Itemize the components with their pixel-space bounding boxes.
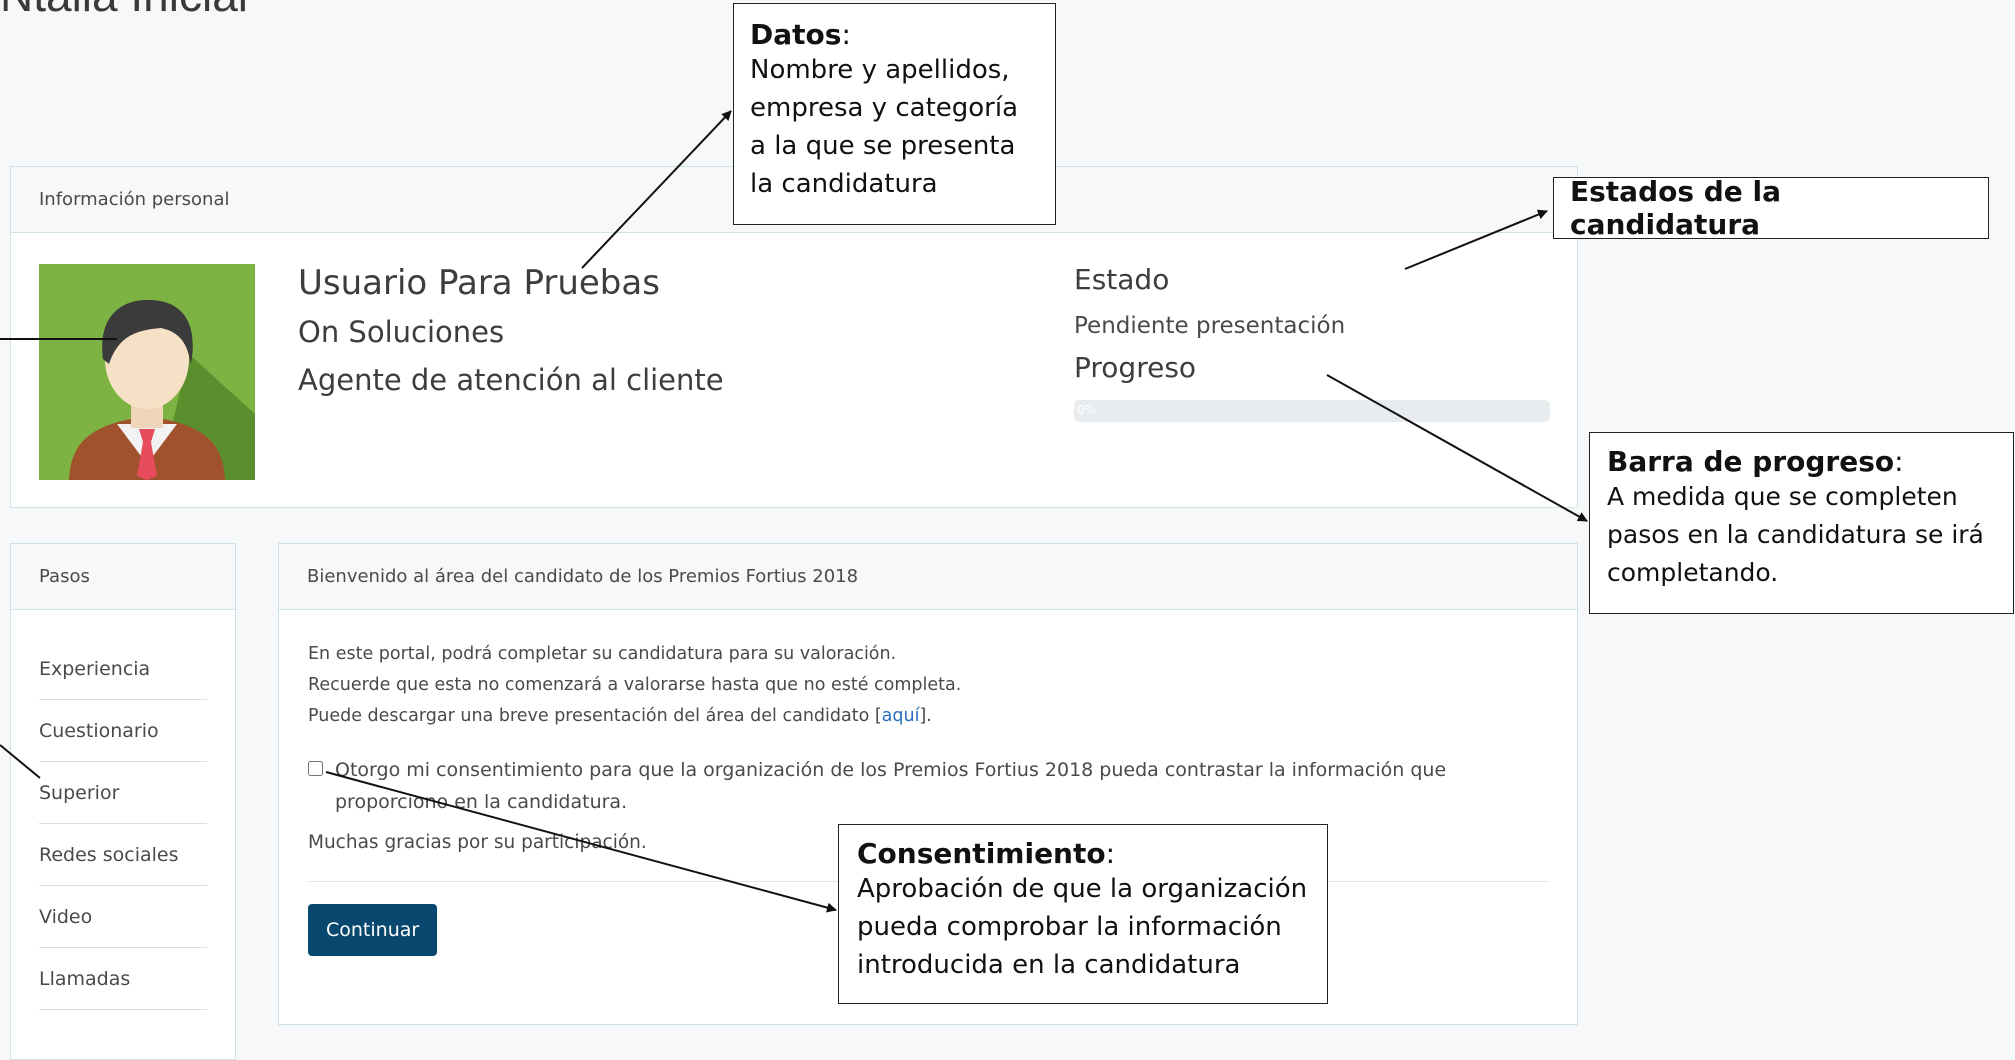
callout-datos-line: empresa y categoría: [750, 93, 1019, 123]
welcome-header: Bienvenido al área del candidato de los …: [279, 544, 1577, 610]
callout-consentimiento-line: introducida en la candidatura: [857, 950, 1241, 980]
callout-barra-line: pasos en la candidatura se irá: [1607, 520, 1984, 549]
callout-estados-title: Estados de la candidatura: [1570, 175, 1782, 241]
welcome-line-3-prefix: Puede descargar una breve presentación d…: [308, 706, 882, 726]
steps-header: Pasos: [11, 544, 235, 610]
progress-label: Progreso: [1074, 351, 1197, 384]
user-avatar-icon: [39, 264, 255, 480]
welcome-line-1: En este portal, podrá completar su candi…: [308, 644, 897, 664]
continue-button[interactable]: Continuar: [308, 904, 438, 956]
consent-text: Otorgo mi consentimiento para que la org…: [335, 759, 1447, 813]
callout-consentimiento-line: pueda comprobar la información: [857, 912, 1282, 942]
status-label: Estado: [1074, 263, 1170, 296]
callout-datos-title: Datos: [750, 18, 842, 51]
progress-bar: 0%: [1074, 400, 1550, 422]
callout-datos-colon: :: [841, 18, 851, 51]
page-heading-fragment: Ntalla Inicial: [0, 0, 248, 22]
step-item-redes-sociales[interactable]: Redes sociales: [39, 824, 207, 886]
callout-datos-line: Nombre y apellidos,: [750, 55, 1010, 85]
status-value: Pendiente presentación: [1074, 313, 1346, 339]
callout-consentimiento-title: Consentimiento: [857, 837, 1106, 870]
step-item-llamadas[interactable]: Llamadas: [39, 948, 207, 1010]
step-item-experiencia[interactable]: Experiencia: [39, 638, 207, 700]
personal-info-title: Información personal: [39, 189, 230, 210]
user-avatar: [39, 264, 255, 480]
consent-row: Otorgo mi consentimiento para que la org…: [308, 754, 1549, 818]
step-item-superior[interactable]: Superior: [39, 762, 207, 824]
callout-datos: Datos: Nombre y apellidos, empresa y cat…: [733, 3, 1056, 225]
callout-datos-line: la candidatura: [750, 169, 938, 199]
callout-consentimiento: Consentimiento: Aprobación de que la org…: [838, 824, 1328, 1004]
steps-list: Experiencia Cuestionario Superior Redes …: [11, 610, 235, 1010]
callout-consentimiento-line: Aprobación de que la organización: [857, 874, 1308, 904]
progress-percent-text: 0%: [1077, 403, 1097, 417]
callout-consentimiento-colon: :: [1105, 837, 1116, 870]
callout-barra-line: A medida que se completen: [1607, 482, 1958, 511]
callout-estados: Estados de la candidatura: [1553, 175, 1989, 241]
welcome-line-2: Recuerde que esta no comenzará a valorar…: [308, 675, 962, 695]
step-item-video[interactable]: Video: [39, 886, 207, 948]
welcome-line-3-suffix: ].: [919, 706, 932, 726]
candidate-name: Usuario Para Pruebas: [298, 263, 660, 303]
step-item-cuestionario[interactable]: Cuestionario: [39, 700, 207, 762]
candidate-company: On Soluciones: [298, 315, 505, 349]
consent-checkbox[interactable]: [308, 761, 323, 776]
callout-datos-line: a la que se presenta: [750, 131, 1016, 161]
steps-title: Pasos: [39, 566, 90, 587]
download-presentation-link[interactable]: aquí: [882, 706, 920, 726]
callout-barra-line: completando.: [1607, 558, 1779, 587]
callout-barra-title: Barra de progreso: [1607, 445, 1895, 478]
welcome-line-3: Puede descargar una breve presentación d…: [308, 701, 1549, 732]
candidate-category: Agente de atención al cliente: [298, 363, 724, 397]
callout-barra-colon: :: [1894, 445, 1904, 478]
callout-barra-progreso: Barra de progreso: A medida que se compl…: [1589, 432, 2014, 614]
steps-card: Pasos Experiencia Cuestionario Superior …: [10, 543, 236, 1060]
welcome-title: Bienvenido al área del candidato de los …: [307, 566, 859, 587]
